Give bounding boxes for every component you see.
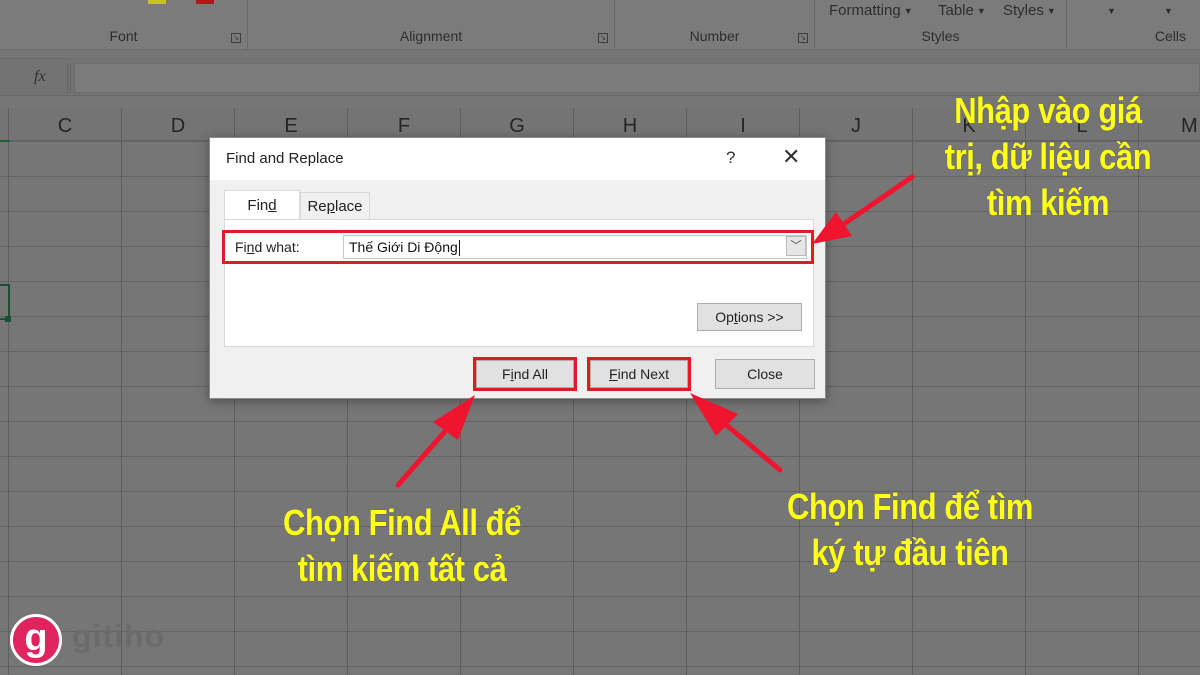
- annotation-line: Chọn Find để tìm: [787, 486, 1033, 527]
- cell-styles-button[interactable]: Styles ▼: [1003, 2, 1056, 19]
- ribbon-group-label: Font: [109, 28, 138, 44]
- dialog-launcher-icon[interactable]: ↘: [231, 33, 241, 43]
- format-as-table-button[interactable]: Table ▼: [938, 2, 986, 19]
- fill-handle[interactable]: [5, 316, 11, 322]
- annotation-line: Nhập vào giá: [954, 90, 1142, 131]
- ribbon-group-cells: ▼ ▼ Cells: [1067, 0, 1200, 50]
- annotation-line: trị, dữ liệu cần: [944, 136, 1152, 178]
- find-what-label: Find what:: [235, 239, 300, 255]
- tab-find[interactable]: Find: [224, 190, 300, 221]
- ribbon-group-label: Cells: [1154, 28, 1186, 44]
- annotation-line: ký tự đầu tiên: [811, 532, 1009, 574]
- ribbon-group-font: Font ↘: [0, 0, 248, 50]
- annotation-line: tìm kiếm tất cả: [297, 548, 507, 590]
- ribbon-group-number: Number ↘: [615, 0, 815, 50]
- ribbon-group-label: Alignment: [399, 28, 463, 44]
- caret-down-icon[interactable]: ▼: [1107, 6, 1116, 16]
- dialog-titlebar[interactable]: Find and Replace ? ✕: [210, 138, 825, 180]
- label-text: d what:: [254, 239, 300, 255]
- button-label: Op: [715, 309, 734, 325]
- find-what-value: Thế Giới Di Động: [349, 239, 458, 255]
- close-icon[interactable]: ✕: [782, 144, 800, 170]
- find-what-row-highlight: Find what: Thế Giới Di Động ﹀: [222, 230, 814, 264]
- tab-label: lace: [335, 198, 363, 215]
- button-label: Styles: [1003, 2, 1044, 19]
- conditional-formatting-button[interactable]: Formatting ▼: [829, 2, 913, 19]
- tab-label: Re: [307, 198, 327, 215]
- caret-down-icon: ▼: [976, 6, 986, 17]
- ribbon-group-label: Styles: [921, 28, 960, 44]
- text-cursor: [458, 240, 460, 257]
- annotation-find-next-hint: Chọn Find để tìm ký tự đầu tiên: [755, 484, 1065, 576]
- ribbon: Font ↘ Alignment ↘ Number ↘ Formatting ▼ …: [0, 0, 1200, 50]
- close-button[interactable]: Close: [715, 359, 815, 389]
- annotation-input-hint: Nhập vào giá trị, dữ liệu cần tìm kiếm: [919, 88, 1177, 226]
- ribbon-group-label: Number: [689, 28, 740, 44]
- highlight-color-swatch[interactable]: [148, 0, 166, 4]
- tab-label-accesskey: p: [326, 198, 335, 215]
- dialog-launcher-icon[interactable]: ↘: [798, 33, 808, 43]
- find-what-input[interactable]: Thế Giới Di Động: [343, 235, 807, 259]
- find-replace-dialog: Find and Replace ? ✕ Find Replace Find w…: [209, 137, 826, 399]
- dialog-title: Find and Replace: [226, 150, 344, 167]
- caret-down-icon: ▼: [1046, 6, 1056, 17]
- caret-down-icon: ▼: [903, 6, 913, 17]
- fx-icon[interactable]: fx: [34, 68, 46, 86]
- column-header[interactable]: C: [8, 108, 121, 142]
- find-all-highlight: [473, 357, 577, 391]
- gitiho-logo-icon: g: [10, 614, 62, 666]
- font-color-swatch[interactable]: [196, 0, 214, 4]
- annotation-line: tìm kiếm: [986, 182, 1110, 224]
- tab-label: Fin: [247, 197, 269, 214]
- ribbon-group-alignment: Alignment ↘: [248, 0, 615, 50]
- chevron-down-icon[interactable]: ﹀: [786, 236, 806, 256]
- annotation-find-all-hint: Chọn Find All để tìm kiếm tất cả: [247, 500, 557, 592]
- tab-replace[interactable]: Replace: [300, 192, 370, 220]
- annotation-line: Chọn Find All để: [283, 502, 521, 543]
- button-label: Formatting: [829, 2, 901, 19]
- formula-bar-splitter[interactable]: [67, 63, 71, 93]
- ribbon-group-styles: Formatting ▼ Table ▼ Styles ▼ Styles: [815, 0, 1067, 50]
- dialog-launcher-icon[interactable]: ↘: [598, 33, 608, 43]
- label-text: Fi: [235, 239, 247, 255]
- button-label: Table: [938, 2, 974, 19]
- find-next-highlight: [587, 357, 691, 391]
- active-cell[interactable]: [0, 284, 10, 320]
- tab-label-accesskey: d: [268, 197, 277, 214]
- help-icon[interactable]: ?: [726, 148, 735, 168]
- caret-down-icon[interactable]: ▼: [1164, 6, 1173, 16]
- button-label: ions >>: [737, 309, 784, 325]
- options-button[interactable]: Options >>: [697, 303, 802, 331]
- gitiho-watermark: gitiho: [72, 618, 166, 654]
